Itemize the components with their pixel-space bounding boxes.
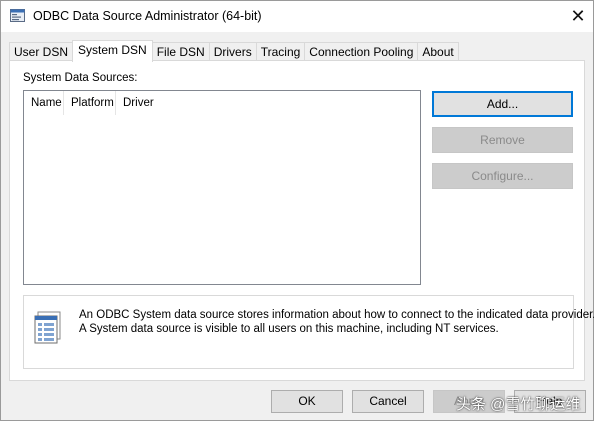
info-text-line-2: A System data source is visible to all u…: [79, 323, 499, 335]
add-button[interactable]: Add...: [432, 91, 573, 117]
title-bar: ODBC Data Source Administrator (64-bit) …: [1, 1, 593, 32]
data-sources-list[interactable]: Name Platform Driver: [23, 90, 421, 285]
remove-button[interactable]: Remove: [432, 127, 573, 153]
configure-button[interactable]: Configure...: [432, 163, 573, 189]
tab-user-dsn[interactable]: User DSN: [9, 42, 74, 62]
column-header-platform[interactable]: Platform: [64, 91, 116, 115]
column-header-driver[interactable]: Driver: [116, 91, 421, 115]
system-data-sources-label: System Data Sources:: [23, 72, 138, 84]
watermark-text: 头条 @雪竹聊运维: [456, 396, 581, 413]
info-box: An ODBC System data source stores inform…: [23, 295, 594, 369]
column-header-name[interactable]: Name: [24, 91, 64, 115]
close-icon: ✕: [570, 6, 586, 26]
tab-tracing[interactable]: Tracing: [255, 42, 306, 62]
info-text-line-1: An ODBC System data source stores inform…: [79, 309, 594, 321]
tab-strip: User DSN System DSN File DSN Drivers Tra…: [9, 40, 459, 62]
tab-drivers[interactable]: Drivers: [208, 42, 257, 62]
tab-system-dsn[interactable]: System DSN: [72, 40, 153, 62]
odbc-admin-window: ODBC Data Source Administrator (64-bit) …: [0, 0, 594, 421]
window-title: ODBC Data Source Administrator (64-bit): [33, 9, 262, 23]
tab-file-dsn[interactable]: File DSN: [151, 42, 210, 62]
odbc-app-icon: [10, 9, 25, 22]
close-button[interactable]: ✕: [563, 1, 593, 32]
tab-about[interactable]: About: [417, 42, 459, 62]
cancel-button[interactable]: Cancel: [352, 390, 424, 413]
ok-button[interactable]: OK: [271, 390, 343, 413]
tab-connection-pooling[interactable]: Connection Pooling: [304, 42, 419, 62]
database-sources-icon: [34, 311, 61, 344]
